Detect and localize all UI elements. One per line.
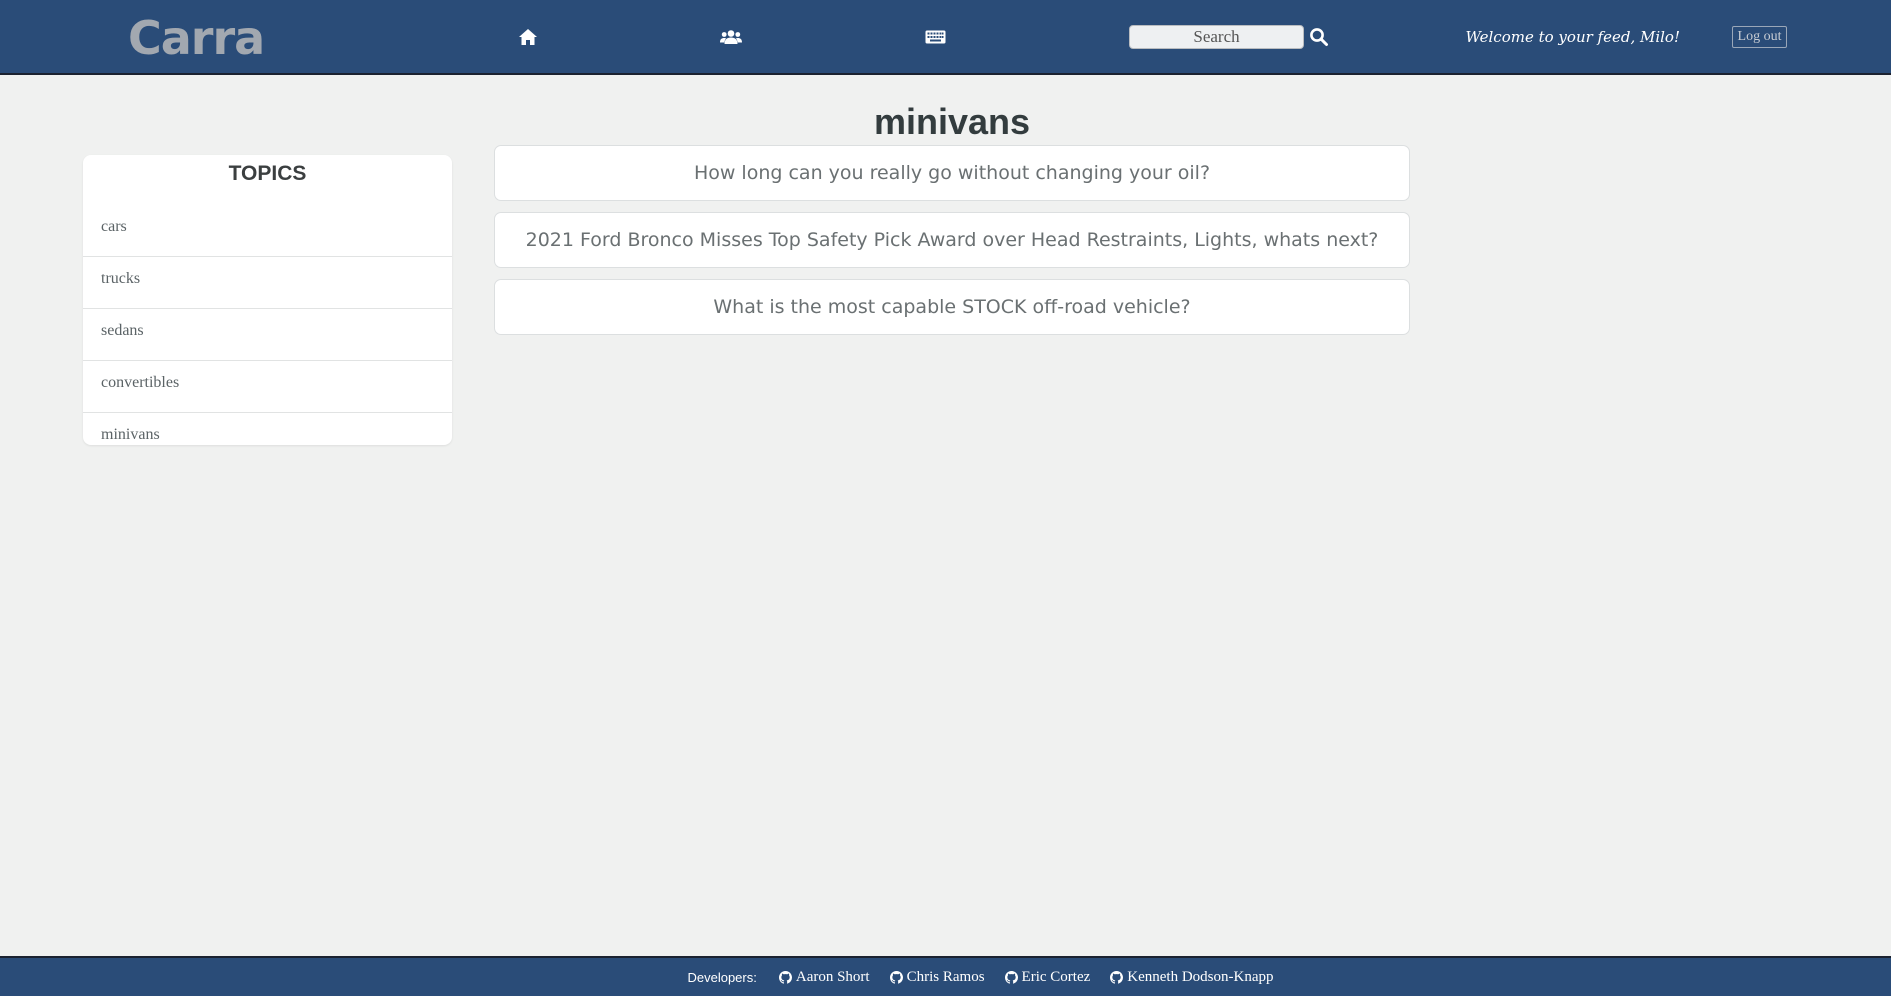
welcome-message: Welcome to your feed, Milo!: [1465, 28, 1680, 46]
sidebar-item-cars[interactable]: cars: [83, 205, 452, 257]
topics-sidebar: TOPICS cars trucks sedans convertibles m…: [83, 155, 452, 445]
developer-link-kenneth-dodson-knapp[interactable]: Kenneth Dodson-Knapp: [1110, 968, 1274, 986]
logout-button[interactable]: Log out: [1732, 26, 1787, 48]
footer: Developers: Aaron Short Chris Ramos Eric…: [0, 956, 1891, 996]
developer-name: Eric Cortez: [1021, 968, 1091, 985]
github-icon: [1110, 970, 1124, 984]
post-card[interactable]: How long can you really go without chang…: [494, 145, 1410, 201]
post-card[interactable]: 2021 Ford Bronco Misses Top Safety Pick …: [494, 212, 1410, 268]
search-input[interactable]: [1129, 25, 1304, 49]
users-icon[interactable]: [720, 26, 742, 48]
page: Carra Search Welcome to your feed, Milo!…: [0, 0, 1891, 996]
sidebar-item-trucks[interactable]: trucks: [83, 257, 452, 309]
sidebar-item-minivans[interactable]: minivans: [83, 413, 452, 445]
sidebar-item-convertibles[interactable]: convertibles: [83, 361, 452, 413]
github-icon: [889, 970, 903, 984]
developer-link-eric-cortez[interactable]: Eric Cortez: [1004, 968, 1091, 986]
search-icon[interactable]: [1309, 27, 1329, 47]
page-title: minivans: [873, 101, 1031, 142]
developers-label: Developers:: [687, 969, 757, 985]
post-card[interactable]: What is the most capable STOCK off-road …: [494, 279, 1410, 335]
github-icon: [778, 970, 792, 984]
developer-name: Aaron Short: [795, 968, 870, 985]
sidebar-title: TOPICS: [228, 162, 307, 185]
home-icon[interactable]: [517, 26, 539, 48]
top-navbar: Carra Search Welcome to your feed, Milo!…: [0, 0, 1891, 75]
developer-name: Kenneth Dodson-Knapp: [1127, 968, 1274, 985]
developer-link-aaron-short[interactable]: Aaron Short: [778, 968, 870, 986]
github-icon: [1004, 970, 1018, 984]
developer-link-chris-ramos[interactable]: Chris Ramos: [889, 968, 985, 986]
sidebar-item-sedans[interactable]: sedans: [83, 309, 452, 361]
developer-name: Chris Ramos: [906, 968, 985, 985]
keyboard-icon[interactable]: [924, 26, 946, 48]
app-logo[interactable]: Carra: [128, 10, 265, 66]
